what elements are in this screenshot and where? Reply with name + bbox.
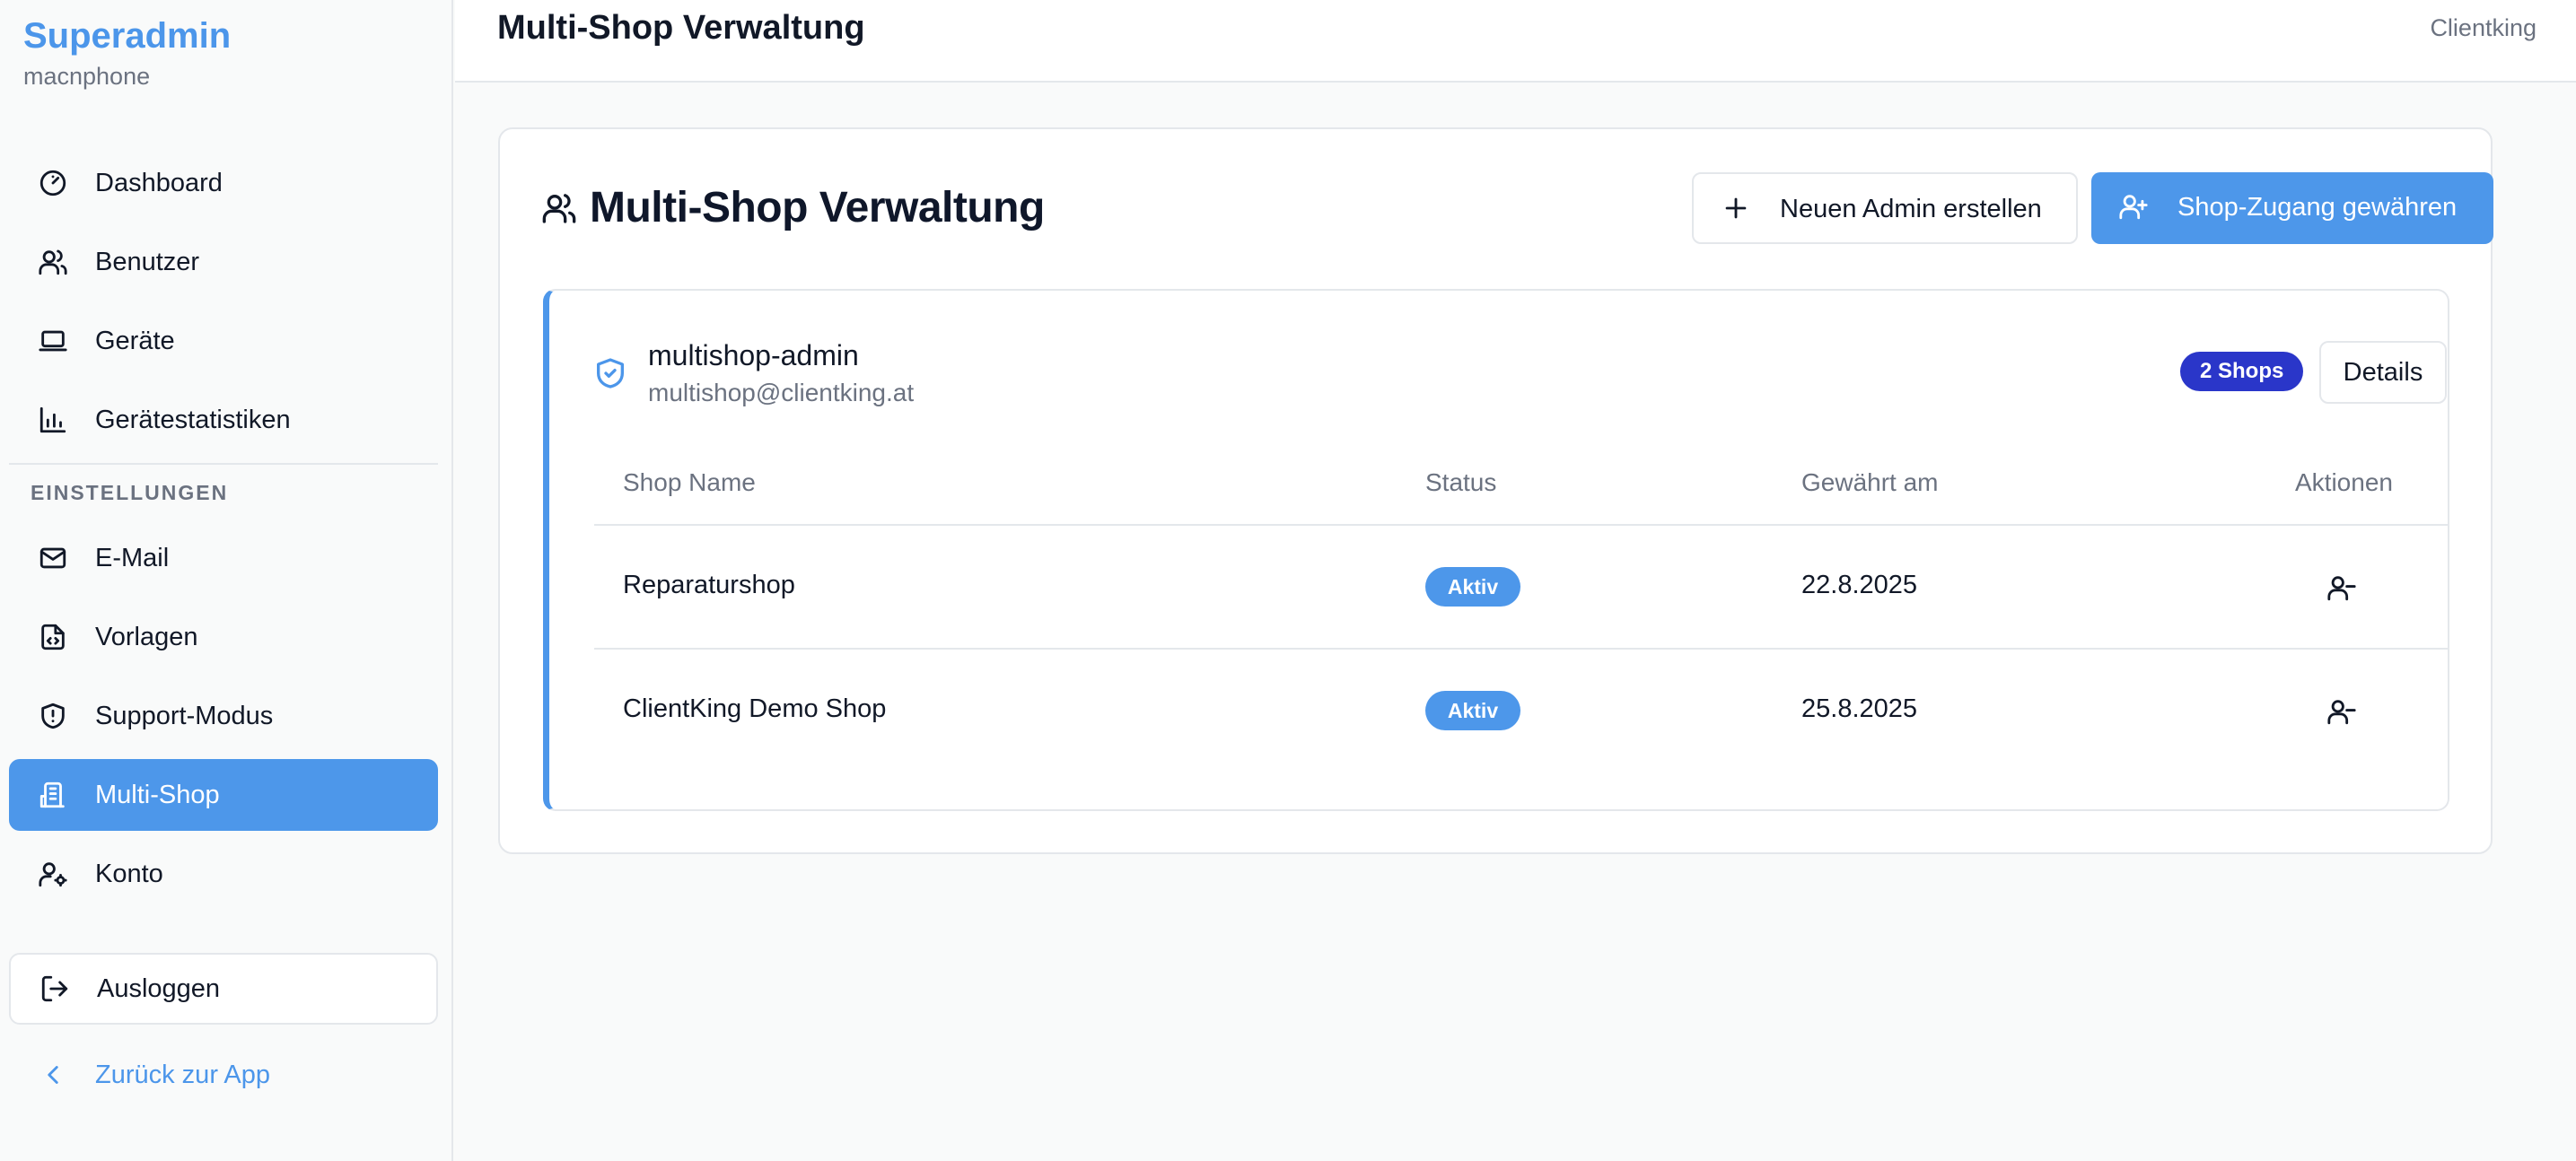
card-header: Multi-Shop Verwaltung — [541, 183, 1045, 232]
sidebar-item-label: Konto — [95, 859, 163, 888]
table-row: ClientKing Demo Shop Aktiv 25.8.2025 — [594, 650, 2449, 773]
gauge-icon — [38, 168, 68, 198]
chevron-left-icon — [38, 1060, 68, 1090]
building-icon — [38, 780, 68, 810]
back-to-app-link[interactable]: Zurück zur App — [9, 1039, 438, 1111]
page-title: Multi-Shop Verwaltung — [497, 9, 865, 47]
granted-date-cell: 25.8.2025 — [1801, 694, 1918, 723]
shop-name-cell: ClientKing Demo Shop — [623, 694, 887, 723]
sidebar-item-benutzer[interactable]: Benutzer — [9, 226, 438, 298]
grant-shop-access-button[interactable]: Shop-Zugang gewähren — [2091, 172, 2493, 244]
shop-name-cell: Reparaturshop — [623, 571, 795, 599]
status-badge: Aktiv — [1425, 567, 1520, 607]
sidebar-item-geraetestatistiken[interactable]: Gerätestatistiken — [9, 384, 438, 456]
logout-button[interactable]: Ausloggen — [9, 953, 438, 1025]
column-header-granted: Gewährt am — [1801, 468, 1939, 496]
sidebar-item-label: Benutzer — [95, 247, 200, 276]
multi-shop-card: Multi-Shop Verwaltung Neuen Admin erstel… — [498, 127, 2493, 854]
sidebar-item-label: Gerätestatistiken — [95, 405, 291, 434]
sidebar-item-label: Geräte — [95, 326, 175, 355]
remove-user-icon[interactable] — [2326, 572, 2357, 603]
laptop-icon — [38, 326, 68, 356]
grant-shop-access-label: Shop-Zugang gewähren — [2177, 193, 2458, 222]
admin-email: multishop@clientking.at — [648, 379, 915, 406]
new-admin-label: Neuen Admin erstellen — [1780, 195, 2042, 223]
sidebar-item-support-modus[interactable]: Support-Modus — [9, 680, 438, 752]
remove-user-icon[interactable] — [2326, 696, 2357, 727]
sidebar-item-multi-shop[interactable]: Multi-Shop — [9, 759, 438, 831]
new-admin-button[interactable]: Neuen Admin erstellen — [1692, 172, 2078, 244]
user-cog-icon — [38, 859, 68, 889]
sidebar-item-geraete[interactable]: Geräte — [9, 305, 438, 377]
admin-name: multishop-admin — [648, 339, 859, 371]
sidebar-item-label: Multi-Shop — [95, 780, 220, 809]
user-plus-icon — [2118, 191, 2149, 222]
shield-check-icon — [592, 355, 628, 391]
shops-count-badge: 2 Shops — [2180, 352, 2304, 391]
sidebar-item-label: E-Mail — [95, 543, 170, 572]
sidebar-item-label: Support-Modus — [95, 701, 274, 730]
details-button[interactable]: Details — [2319, 341, 2447, 404]
brand-subtitle: macnphone — [23, 63, 151, 90]
plus-icon — [1721, 193, 1751, 223]
shield-alert-icon — [38, 701, 68, 731]
sidebar-item-label: Vorlagen — [95, 622, 198, 651]
column-header-shop-name: Shop Name — [623, 468, 756, 496]
users-icon — [38, 247, 68, 277]
file-code-icon — [38, 622, 68, 652]
column-header-status: Status — [1425, 468, 1497, 496]
bar-chart-icon — [38, 405, 68, 435]
admin-card: multishop-admin multishop@clientking.at … — [543, 289, 2449, 811]
table-row: Reparaturshop Aktiv 22.8.2025 — [594, 526, 2449, 650]
sidebar-item-label: Dashboard — [95, 168, 223, 197]
logout-label: Ausloggen — [97, 973, 221, 1003]
sidebar-divider — [9, 463, 438, 465]
users-icon — [541, 190, 577, 226]
brand-title: Superadmin — [23, 16, 232, 56]
mail-icon — [38, 543, 68, 573]
granted-date-cell: 22.8.2025 — [1801, 571, 1918, 599]
top-header: Multi-Shop Verwaltung Clientking — [455, 0, 2576, 83]
sidebar-item-vorlagen[interactable]: Vorlagen — [9, 601, 438, 673]
section-label-settings: EINSTELLUNGEN — [31, 481, 229, 504]
logout-icon — [39, 973, 70, 1004]
column-header-actions: Aktionen — [2295, 468, 2393, 496]
header-brand-text: Clientking — [2430, 14, 2537, 41]
card-title: Multi-Shop Verwaltung — [590, 184, 1045, 231]
sidebar-item-konto[interactable]: Konto — [9, 838, 438, 910]
back-to-app-label: Zurück zur App — [95, 1060, 271, 1089]
brand: Superadmin macnphone — [23, 14, 231, 91]
status-badge: Aktiv — [1425, 691, 1520, 730]
sidebar-item-dashboard[interactable]: Dashboard — [9, 147, 438, 219]
sidebar-item-email[interactable]: E-Mail — [9, 522, 438, 594]
sidebar: Superadmin macnphone Dashboard Benutzer … — [0, 0, 453, 1161]
